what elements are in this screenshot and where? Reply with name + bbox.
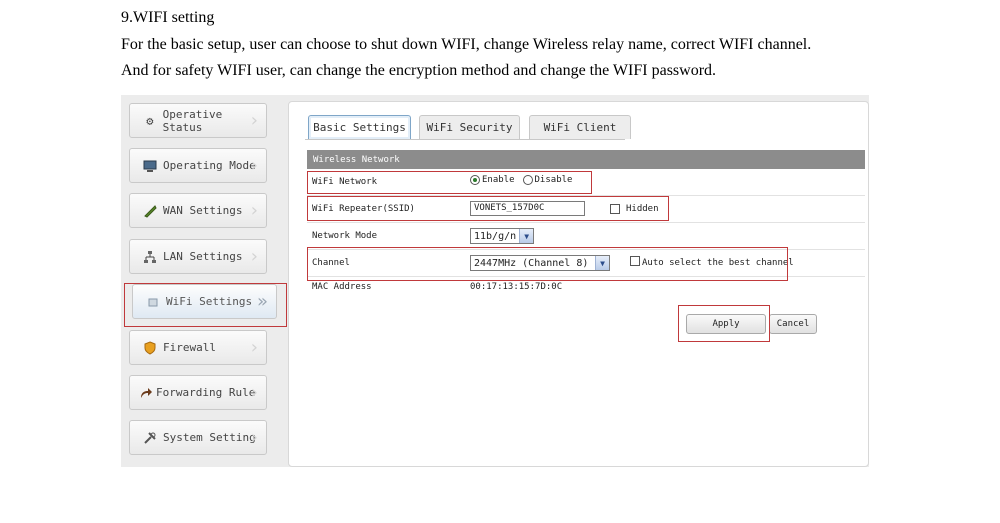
channel-select[interactable]: 2447MHz (Channel 8) ▼ bbox=[470, 255, 610, 271]
row-wifi-network: WiFi Network Enable Disable bbox=[307, 169, 865, 196]
network-mode-value: 11b/g/n bbox=[474, 230, 517, 242]
sidebar-item-firewall[interactable]: Firewall › bbox=[129, 330, 267, 365]
row-repeater-ssid: WiFi Repeater(SSID) VONETS_157D0C Hidden bbox=[307, 196, 865, 223]
network-mode-select[interactable]: 11b/g/n ▼ bbox=[470, 228, 535, 244]
row-mac-address: MAC Address 00:17:13:15:7D:0C bbox=[307, 277, 865, 303]
sidebar-item-forwarding-rule[interactable]: Forwarding Rule › bbox=[129, 375, 267, 410]
chevron-right-icon: › bbox=[250, 155, 258, 176]
tool-icon bbox=[142, 203, 158, 219]
chevron-right-icon: › bbox=[250, 427, 258, 448]
sidebar-item-label: WiFi Settings bbox=[166, 295, 253, 308]
hidden-label: Hidden bbox=[626, 203, 659, 214]
channel-value: 2447MHz (Channel 8) bbox=[474, 257, 589, 269]
sidebar-item-label: LAN Settings bbox=[163, 250, 243, 263]
cancel-button[interactable]: Cancel bbox=[769, 314, 817, 334]
tab-divider bbox=[305, 139, 625, 140]
mac-address-value: 00:17:13:15:7D:0C bbox=[470, 282, 563, 292]
ssid-input[interactable]: VONETS_157D0C bbox=[470, 201, 585, 216]
description-line-1: For the basic setup, user can choose to … bbox=[121, 36, 812, 53]
sidebar-item-operating-mode[interactable]: Operating Mode › bbox=[129, 148, 267, 183]
gear-icon: ⚙ bbox=[146, 113, 154, 128]
chevron-double-right-icon: » bbox=[256, 291, 268, 312]
tab-wifi-client[interactable]: WiFi Client bbox=[529, 115, 631, 139]
chevron-right-icon: › bbox=[250, 200, 258, 221]
auto-channel-label: Auto select the best channel bbox=[642, 258, 794, 268]
channel-label: Channel bbox=[312, 258, 350, 268]
wireless-network-table: Wireless Network WiFi Network Enable Dis… bbox=[307, 150, 865, 303]
forward-icon bbox=[138, 385, 154, 401]
disable-radio[interactable] bbox=[522, 175, 533, 185]
chevron-right-icon: › bbox=[250, 110, 258, 131]
section-header: Wireless Network bbox=[307, 150, 865, 169]
sidebar-item-label: Firewall bbox=[163, 341, 216, 354]
sidebar-item-lan-settings[interactable]: LAN Settings › bbox=[129, 239, 267, 274]
tab-basic-settings[interactable]: Basic Settings bbox=[308, 115, 411, 139]
shield-icon bbox=[142, 340, 158, 356]
sidebar-item-label: System Setting bbox=[163, 431, 256, 444]
chevron-right-icon: › bbox=[250, 337, 258, 358]
chevron-down-icon: ▼ bbox=[519, 229, 534, 243]
network-icon bbox=[142, 249, 158, 265]
auto-channel-checkbox[interactable] bbox=[630, 256, 640, 266]
repeater-ssid-label: WiFi Repeater(SSID) bbox=[312, 204, 415, 214]
sidebar-item-operative-status[interactable]: ⚙ Operative Status › bbox=[129, 103, 267, 138]
wifi-icon bbox=[145, 294, 161, 310]
hidden-checkbox[interactable] bbox=[610, 203, 620, 214]
sidebar-item-wifi-settings[interactable]: WiFi Settings » bbox=[132, 284, 277, 319]
wifi-network-label: WiFi Network bbox=[312, 177, 378, 187]
chevron-down-icon: ▼ bbox=[595, 256, 609, 270]
sidebar-item-label: Operating Mode bbox=[163, 159, 256, 172]
sidebar-item-wan-settings[interactable]: WAN Settings › bbox=[129, 193, 267, 228]
description-line-2: And for safety WIFI user, can change the… bbox=[121, 62, 717, 79]
enable-label: Enable bbox=[482, 175, 515, 185]
row-channel: Channel 2447MHz (Channel 8) ▼ Auto selec… bbox=[307, 250, 865, 277]
mac-address-label: MAC Address bbox=[312, 282, 372, 292]
monitor-icon bbox=[142, 158, 158, 174]
chevron-right-icon: › bbox=[250, 382, 258, 403]
sidebar: ⚙ Operative Status › Operating Mode › WA… bbox=[121, 95, 286, 467]
router-screenshot: ⚙ Operative Status › Operating Mode › WA… bbox=[121, 95, 869, 467]
apply-button[interactable]: Apply bbox=[686, 314, 766, 334]
sidebar-item-system-setting[interactable]: System Setting › bbox=[129, 420, 267, 455]
settings-panel: Basic Settings WiFi Security WiFi Client… bbox=[288, 101, 869, 467]
sidebar-item-label: WAN Settings bbox=[163, 204, 243, 217]
network-mode-label: Network Mode bbox=[312, 231, 378, 241]
wrench-icon bbox=[142, 430, 158, 446]
enable-radio[interactable] bbox=[470, 175, 480, 185]
section-heading: 9.WIFI setting bbox=[121, 9, 215, 26]
row-network-mode: Network Mode 11b/g/n ▼ bbox=[307, 223, 865, 250]
disable-label: Disable bbox=[534, 175, 573, 185]
sidebar-item-label: Forwarding Rule bbox=[156, 386, 256, 399]
chevron-right-icon: › bbox=[250, 246, 258, 267]
tab-wifi-security[interactable]: WiFi Security bbox=[419, 115, 520, 139]
